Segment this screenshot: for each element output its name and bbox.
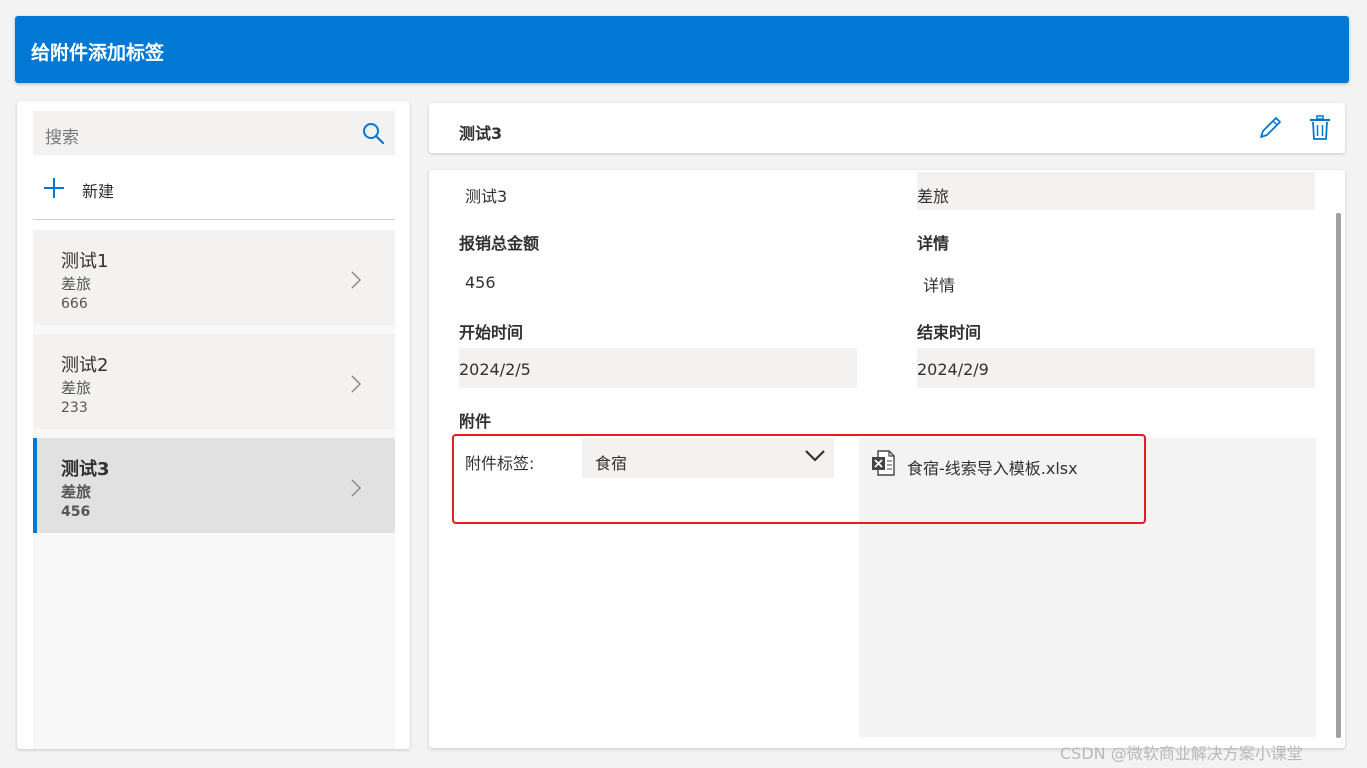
attachment-label: 附件 [459,412,492,431]
item-category: 差旅 [61,483,92,501]
item-title: 测试2 [61,355,109,376]
item-amount: 233 [61,400,88,416]
item-category: 差旅 [61,275,92,293]
total-field[interactable]: 456 [465,273,496,292]
app-header: 给附件添加标签 [15,16,1349,83]
list-item[interactable]: 测试1 差旅 666 [33,230,395,325]
record-gallery: 测试1 差旅 666 测试2 差旅 233 测试3 差旅 456 [33,230,395,749]
type-field-box[interactable]: 差旅 [917,172,1315,210]
start-label: 开始时间 [459,323,524,342]
item-amount: 456 [61,504,91,520]
detail-header: 测试3 [429,103,1345,153]
list-item[interactable]: 测试2 差旅 233 [33,334,395,429]
left-panel: 搜索 新建 测试1 差旅 666 测试2 差旅 233 测试3 差旅 456 [17,101,410,749]
end-label: 结束时间 [917,323,982,342]
start-date-box[interactable]: 2024/2/5 [459,348,857,388]
name-field[interactable]: 测试3 [465,183,507,207]
details-field[interactable]: 详情 [923,272,955,296]
pencil-icon[interactable] [1257,115,1283,141]
plus-icon [44,178,64,198]
end-date-field[interactable]: 2024/2/9 [917,360,989,379]
item-category: 差旅 [61,379,92,397]
selection-bar [33,438,37,533]
highlight-annotation-box [452,434,1146,524]
search-box[interactable]: 搜索 [33,111,395,155]
trash-icon[interactable] [1309,115,1331,141]
new-button[interactable]: 新建 [43,175,183,203]
end-date-box[interactable]: 2024/2/9 [917,348,1315,388]
watermark: CSDN @微软商业解决方案小课堂 [1060,744,1303,763]
item-title: 测试1 [61,251,109,272]
app-title: 给附件添加标签 [31,42,165,64]
search-input[interactable]: 搜索 [45,123,79,148]
item-amount: 666 [61,296,88,312]
total-label: 报销总金额 [459,234,540,253]
type-field[interactable]: 差旅 [917,183,949,207]
details-label: 详情 [917,234,950,253]
divider [33,219,395,220]
chevron-right-icon[interactable] [349,374,363,394]
search-icon[interactable] [361,121,385,145]
start-date-field[interactable]: 2024/2/5 [459,360,531,379]
chevron-right-icon[interactable] [349,270,363,290]
new-button-label: 新建 [82,182,115,201]
chevron-right-icon[interactable] [349,478,363,498]
list-item-selected[interactable]: 测试3 差旅 456 [33,438,395,533]
detail-title: 测试3 [459,124,503,143]
scrollbar[interactable] [1336,213,1341,738]
item-title: 测试3 [61,459,110,480]
